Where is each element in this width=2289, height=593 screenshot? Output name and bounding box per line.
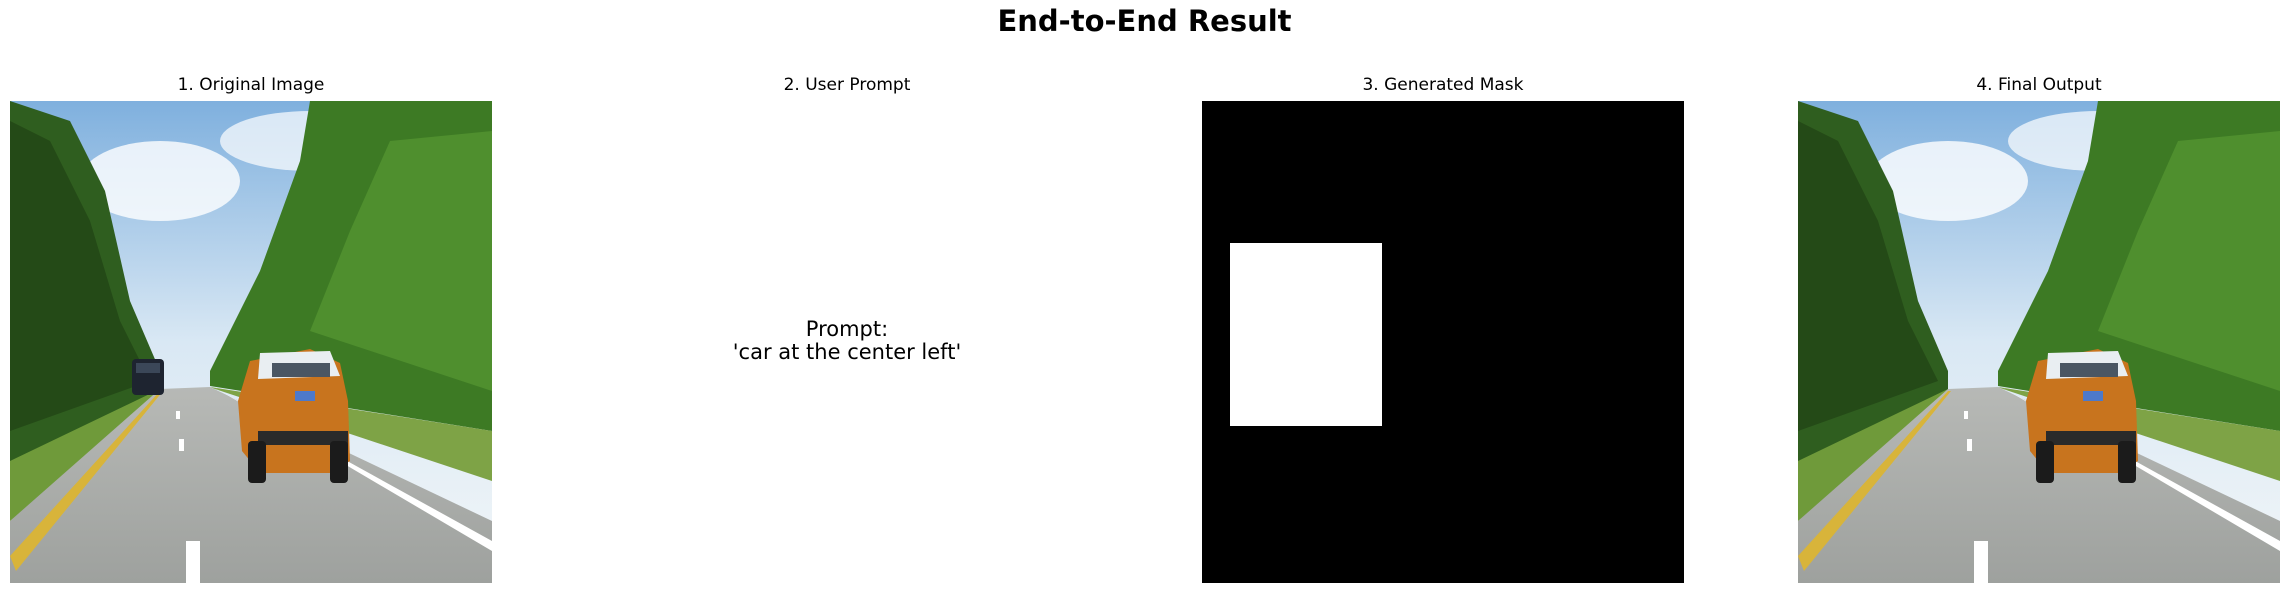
- road-scene-photo: [10, 101, 492, 583]
- road-scene-photo: [1798, 101, 2280, 583]
- panel-title-output: 4. Final Output: [1976, 75, 2102, 95]
- prompt-text: Prompt: 'car at the center left': [732, 317, 962, 364]
- generated-mask: [1202, 101, 1684, 583]
- panel-title-prompt: 2. User Prompt: [783, 75, 911, 95]
- original-image: [10, 101, 492, 583]
- mask-region: [1230, 243, 1382, 426]
- panel-title-mask: 3. Generated Mask: [1362, 75, 1524, 95]
- final-output-image: [1798, 101, 2280, 583]
- figure-title: End-to-End Result: [997, 4, 1292, 38]
- panel-title-original: 1. Original Image: [177, 75, 325, 95]
